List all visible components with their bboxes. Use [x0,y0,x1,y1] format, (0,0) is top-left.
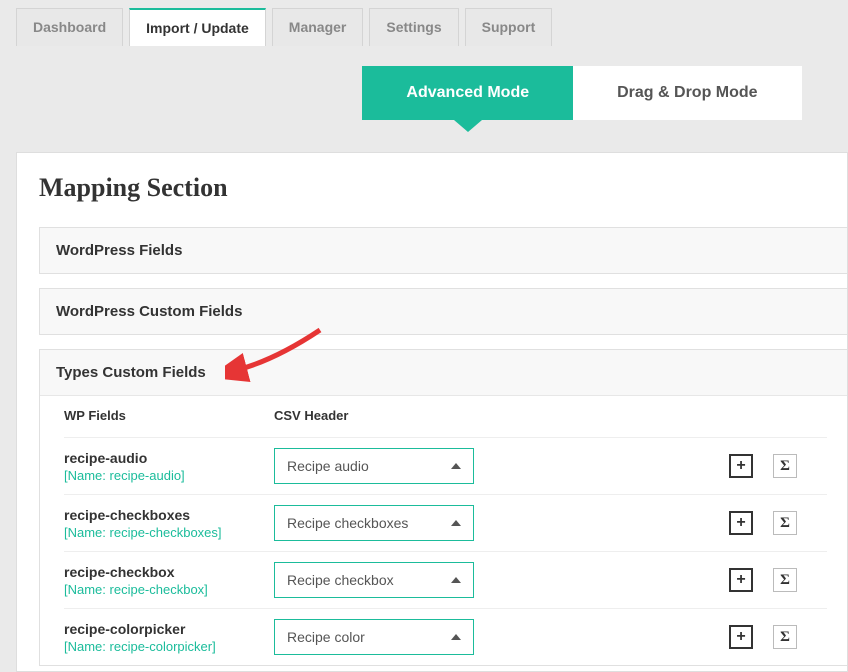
field-name: recipe-checkbox [64,564,274,580]
tab-dashboard[interactable]: Dashboard [16,8,123,46]
csv-header-dropdown[interactable]: Recipe audio [274,448,474,484]
dropdown-value: Recipe checkboxes [287,515,408,531]
mode-tabs: Advanced Mode Drag & Drop Mode [316,66,848,120]
col-header-wp: WP Fields [64,408,274,423]
column-headers: WP Fields CSV Header [64,408,827,423]
dropdown-value: Recipe audio [287,458,369,474]
add-button[interactable]: + [729,625,753,649]
field-row: recipe-audio [Name: recipe-audio] Recipe… [64,437,827,494]
field-left: recipe-colorpicker [Name: recipe-colorpi… [64,621,274,654]
field-row: recipe-colorpicker [Name: recipe-colorpi… [64,608,827,665]
field-name: recipe-checkboxes [64,507,274,523]
add-button[interactable]: + [729,454,753,478]
field-left: recipe-checkboxes [Name: recipe-checkbox… [64,507,274,540]
caret-up-icon [451,463,461,469]
accordion-header-wp-custom-fields[interactable]: WordPress Custom Fields [40,289,847,334]
csv-header-dropdown[interactable]: Recipe checkboxes [274,505,474,541]
accordion-header-wp-fields[interactable]: WordPress Fields [40,228,847,273]
field-left: recipe-audio [Name: recipe-audio] [64,450,274,483]
accordion-body: WP Fields CSV Header recipe-audio [Name:… [40,396,847,665]
field-sub: [Name: recipe-checkbox] [64,582,274,597]
sigma-button[interactable]: Σ [773,454,797,478]
add-button[interactable]: + [729,568,753,592]
accordion-types-custom-fields: Types Custom Fields WP Fields CSV Header… [39,349,847,666]
dropdown-value: Recipe color [287,629,365,645]
accordion-wp-custom-fields: WordPress Custom Fields [39,288,847,335]
csv-header-dropdown[interactable]: Recipe checkbox [274,562,474,598]
field-row: recipe-checkbox [Name: recipe-checkbox] … [64,551,827,608]
caret-up-icon [451,577,461,583]
field-sub: [Name: recipe-colorpicker] [64,639,274,654]
tab-manager[interactable]: Manager [272,8,364,46]
accordion-header-types-custom-fields[interactable]: Types Custom Fields [40,350,847,396]
page-title: Mapping Section [39,173,847,203]
accordion-wp-fields: WordPress Fields [39,227,847,274]
col-header-csv: CSV Header [274,408,348,423]
sigma-button[interactable]: Σ [773,568,797,592]
main-tabs: Dashboard Import / Update Manager Settin… [0,0,848,46]
row-actions: + Σ [729,568,827,592]
dropdown-value: Recipe checkbox [287,572,394,588]
tab-support[interactable]: Support [465,8,553,46]
mode-dragdrop[interactable]: Drag & Drop Mode [573,66,801,120]
sigma-button[interactable]: Σ [773,511,797,535]
tab-settings[interactable]: Settings [369,8,458,46]
row-actions: + Σ [729,511,827,535]
mode-advanced[interactable]: Advanced Mode [362,66,573,120]
field-sub: [Name: recipe-checkboxes] [64,525,274,540]
sigma-button[interactable]: Σ [773,625,797,649]
mapping-panel: Mapping Section WordPress Fields WordPre… [16,152,848,672]
field-row: recipe-checkboxes [Name: recipe-checkbox… [64,494,827,551]
csv-header-dropdown[interactable]: Recipe color [274,619,474,655]
tab-import-update[interactable]: Import / Update [129,8,266,46]
caret-up-icon [451,520,461,526]
row-actions: + Σ [729,625,827,649]
caret-up-icon [451,634,461,640]
field-left: recipe-checkbox [Name: recipe-checkbox] [64,564,274,597]
field-name: recipe-colorpicker [64,621,274,637]
row-actions: + Σ [729,454,827,478]
field-sub: [Name: recipe-audio] [64,468,274,483]
add-button[interactable]: + [729,511,753,535]
field-name: recipe-audio [64,450,274,466]
